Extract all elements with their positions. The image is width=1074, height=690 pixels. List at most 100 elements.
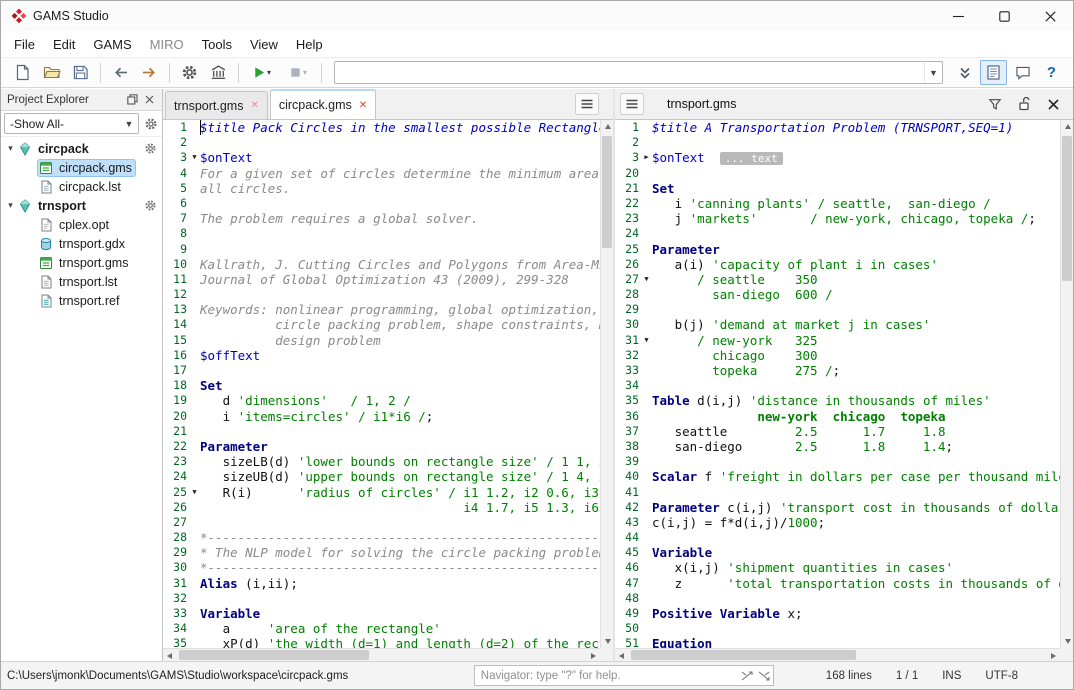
line-number[interactable]: 25 bbox=[615, 242, 641, 257]
line-number[interactable]: 28 bbox=[615, 287, 641, 302]
line-number[interactable]: 31 bbox=[163, 576, 189, 591]
code-line[interactable]: 31▼ / new-york 325 bbox=[615, 333, 1060, 348]
scroll-up-arrow[interactable] bbox=[1061, 120, 1074, 133]
line-number[interactable]: 24 bbox=[615, 226, 641, 241]
code-line[interactable]: 34 bbox=[615, 378, 1060, 393]
line-number[interactable]: 47 bbox=[615, 576, 641, 591]
line-number[interactable]: 21 bbox=[163, 424, 189, 439]
code-line[interactable]: 23 j 'markets' / new-york, chicago, tope… bbox=[615, 211, 1060, 226]
code-line[interactable]: 22Parameter bbox=[163, 439, 600, 454]
scrollbar-thumb[interactable] bbox=[631, 650, 856, 660]
code-line[interactable]: 26 i4 1.7, i5 1.3, i6 0.3 /; bbox=[163, 500, 600, 515]
tree-expander-icon[interactable]: ▾ bbox=[4, 200, 17, 211]
line-number[interactable]: 11 bbox=[163, 272, 189, 287]
line-number[interactable]: 37 bbox=[615, 424, 641, 439]
line-number[interactable]: 25 bbox=[163, 485, 189, 500]
insert-mode[interactable]: INS bbox=[942, 670, 961, 682]
scroll-up-arrow[interactable] bbox=[601, 120, 614, 133]
code-line[interactable]: 2 bbox=[163, 135, 600, 150]
close-button[interactable] bbox=[1027, 1, 1073, 31]
fold-marker-icon[interactable]: ▼ bbox=[189, 150, 200, 165]
project-settings-button[interactable] bbox=[144, 199, 157, 212]
show-all-dropdown[interactable]: -Show All- ▼ bbox=[4, 113, 139, 134]
code-line[interactable]: 12 bbox=[163, 287, 600, 302]
code-text[interactable]: Parameter c(i,j) 'transport cost in thou… bbox=[652, 500, 1060, 515]
code-line[interactable]: 18 Set bbox=[163, 378, 600, 393]
code-line[interactable]: 42Parameter c(i,j) 'transport cost in th… bbox=[615, 500, 1060, 515]
line-number[interactable]: 27 bbox=[163, 515, 189, 530]
code-line[interactable]: 16 $offText bbox=[163, 348, 600, 363]
code-text[interactable] bbox=[200, 591, 600, 606]
code-text[interactable]: $title Pack Circles in the smallest poss… bbox=[200, 120, 600, 135]
code-line[interactable]: 29 bbox=[615, 302, 1060, 317]
line-number[interactable]: 23 bbox=[615, 211, 641, 226]
code-text[interactable]: Set bbox=[200, 378, 600, 393]
code-line[interactable]: 15 design problem bbox=[163, 333, 600, 348]
menu-file[interactable]: File bbox=[5, 34, 44, 55]
code-text[interactable]: design problem bbox=[200, 333, 600, 348]
code-line[interactable]: 23 sizeLB(d) 'lower bounds on rectangle … bbox=[163, 454, 600, 469]
code-text[interactable]: d 'dimensions' / 1, 2 / bbox=[200, 393, 600, 408]
code-text[interactable]: i 'canning plants' / seattle, san-diego … bbox=[652, 196, 1060, 211]
code-text[interactable] bbox=[652, 166, 1060, 181]
code-line[interactable]: 46 x(i,j) 'shipment quantities in cases' bbox=[615, 560, 1060, 575]
tab-trnsport.gms[interactable]: trnsport.gms✕ bbox=[165, 91, 268, 119]
line-number[interactable]: 22 bbox=[615, 196, 641, 211]
code-line[interactable]: 21 bbox=[163, 424, 600, 439]
line-number[interactable]: 30 bbox=[615, 317, 641, 332]
line-number[interactable]: 10 bbox=[163, 257, 189, 272]
code-text[interactable]: z 'total transportation costs in thousan… bbox=[652, 576, 1060, 591]
line-number[interactable]: 24 bbox=[163, 469, 189, 484]
code-text[interactable]: all circles. bbox=[200, 181, 600, 196]
code-text[interactable]: new-york chicago topeka bbox=[652, 409, 1060, 424]
stop-button[interactable]: ▾ bbox=[281, 60, 315, 85]
line-number[interactable]: 29 bbox=[163, 545, 189, 560]
code-line[interactable]: 50 bbox=[615, 621, 1060, 636]
code-line[interactable]: 11Journal of Global Optimization 43 (200… bbox=[163, 272, 600, 287]
code-line[interactable]: 32 chicago 300 bbox=[615, 348, 1060, 363]
code-text[interactable]: sizeLB(d) 'lower bounds on rectangle siz… bbox=[200, 454, 600, 469]
code-line[interactable]: 48 bbox=[615, 591, 1060, 606]
tree-expander-icon[interactable]: ▾ bbox=[4, 143, 17, 154]
tree-item-trnsport.lst[interactable]: trnsport.lst bbox=[1, 272, 162, 291]
code-text[interactable]: Kallrath, J. Cutting Circles and Polygon… bbox=[200, 257, 600, 272]
code-line[interactable]: 33 topeka 275 /; bbox=[615, 363, 1060, 378]
line-number[interactable]: 50 bbox=[615, 621, 641, 636]
line-number[interactable]: 36 bbox=[615, 409, 641, 424]
line-number[interactable]: 16 bbox=[163, 348, 189, 363]
code-line[interactable]: 10 Kallrath, J. Cutting Circles and Polyg… bbox=[163, 257, 600, 272]
tab-close-icon[interactable]: ✕ bbox=[359, 100, 367, 111]
new-file-button[interactable] bbox=[9, 60, 36, 85]
line-number[interactable]: 26 bbox=[615, 257, 641, 272]
code-line[interactable]: 21Set bbox=[615, 181, 1060, 196]
navigator-open-type-icon[interactable] bbox=[739, 671, 756, 681]
code-line[interactable]: 45Variable bbox=[615, 545, 1060, 560]
code-line[interactable]: 13Keywords: nonlinear programming, globa… bbox=[163, 302, 600, 317]
tree-item-circpack.gms[interactable]: circpack.gms bbox=[1, 158, 162, 177]
close-split-button[interactable] bbox=[1043, 94, 1063, 114]
tab-circpack.gms[interactable]: circpack.gms✕ bbox=[270, 89, 376, 119]
line-number[interactable]: 13 bbox=[163, 302, 189, 317]
code-line[interactable]: 32 bbox=[163, 591, 600, 606]
code-text[interactable]: x(i,j) 'shipment quantities in cases' bbox=[652, 560, 1060, 575]
line-number[interactable]: 48 bbox=[615, 591, 641, 606]
line-number[interactable]: 27 bbox=[615, 272, 641, 287]
tree-item-trnsport[interactable]: ▾trnsport bbox=[1, 196, 162, 215]
line-number[interactable]: 18 bbox=[163, 378, 189, 393]
menu-help[interactable]: Help bbox=[287, 34, 332, 55]
code-line[interactable]: 37 seattle 2.5 1.7 1.8 bbox=[615, 424, 1060, 439]
fold-marker-icon[interactable]: ▼ bbox=[189, 485, 200, 500]
tab-list-menu-button[interactable] bbox=[575, 93, 599, 115]
code-line[interactable]: 47 z 'total transportation costs in thou… bbox=[615, 576, 1060, 591]
navigator-input-box[interactable] bbox=[474, 665, 774, 686]
line-number[interactable]: 32 bbox=[615, 348, 641, 363]
line-number[interactable]: 20 bbox=[615, 166, 641, 181]
line-number[interactable]: 45 bbox=[615, 545, 641, 560]
code-line[interactable]: 20 bbox=[615, 166, 1060, 181]
code-text[interactable]: $offText bbox=[200, 348, 600, 363]
scroll-down-arrow[interactable] bbox=[601, 635, 614, 648]
scrollbar-thumb[interactable] bbox=[602, 136, 612, 248]
code-text[interactable]: xP(d) 'the width (d=1) and length (d=2) … bbox=[200, 636, 600, 648]
code-editor-circpack[interactable]: 1$title Pack Circles in the smallest pos… bbox=[163, 120, 600, 648]
line-number[interactable]: 21 bbox=[615, 181, 641, 196]
